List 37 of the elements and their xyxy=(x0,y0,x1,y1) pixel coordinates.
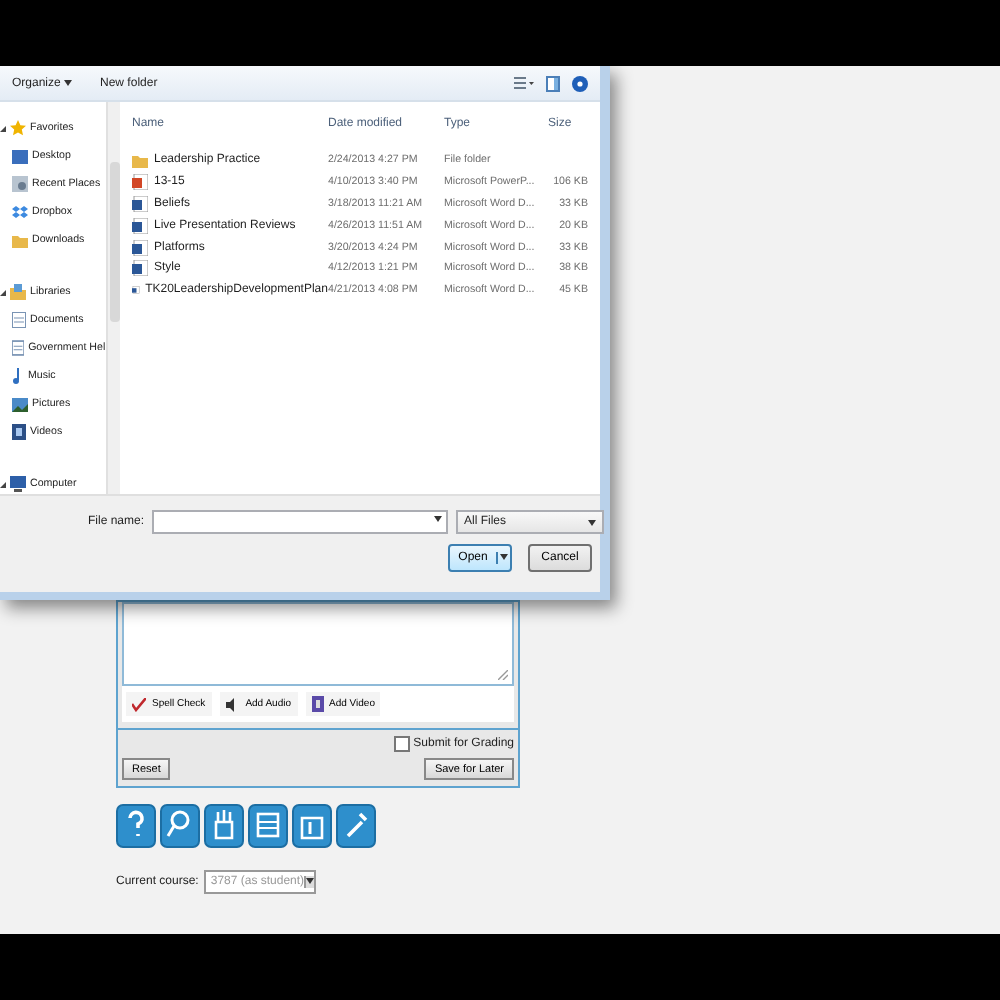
dropdown-caret-icon xyxy=(306,878,315,884)
spell-check-icon xyxy=(132,697,146,711)
desktop-icon xyxy=(12,149,28,163)
word-file-icon xyxy=(132,195,148,212)
recent-places-icon xyxy=(12,176,28,192)
pictures-icon xyxy=(12,397,28,411)
expanded-arrow-icon[interactable] xyxy=(0,289,6,295)
dropbox-icon xyxy=(12,205,28,219)
star-icon xyxy=(10,120,26,136)
expanded-arrow-icon[interactable] xyxy=(0,125,6,131)
library-icon xyxy=(10,284,26,300)
powerpoint-file-icon xyxy=(132,174,148,191)
speaker-icon xyxy=(225,697,240,711)
submit-for-grading-checkbox[interactable] xyxy=(393,736,410,752)
word-file-icon xyxy=(132,239,148,256)
word-file-icon xyxy=(132,217,148,234)
music-icon xyxy=(12,368,24,384)
resize-grip-icon[interactable] xyxy=(498,670,508,680)
caret-icon xyxy=(64,79,73,85)
expanded-arrow-icon[interactable] xyxy=(0,481,6,487)
caret-icon xyxy=(434,516,442,522)
caret-icon xyxy=(500,554,508,560)
caret-icon xyxy=(588,519,596,525)
list-icon[interactable] xyxy=(248,804,288,848)
search-icon[interactable] xyxy=(160,804,200,848)
computer-icon xyxy=(10,476,26,492)
document-library-icon xyxy=(12,340,25,356)
scrollbar[interactable] xyxy=(105,102,120,494)
file-name-field[interactable] xyxy=(152,510,448,534)
preview-pane-icon[interactable] xyxy=(546,75,560,91)
film-icon xyxy=(311,696,323,712)
word-file-icon xyxy=(132,282,140,299)
document-library-icon xyxy=(12,312,26,328)
response-text-area[interactable] xyxy=(122,602,514,686)
word-file-icon xyxy=(132,260,148,277)
videos-icon xyxy=(12,424,26,440)
view-options-icon[interactable] xyxy=(514,76,534,90)
